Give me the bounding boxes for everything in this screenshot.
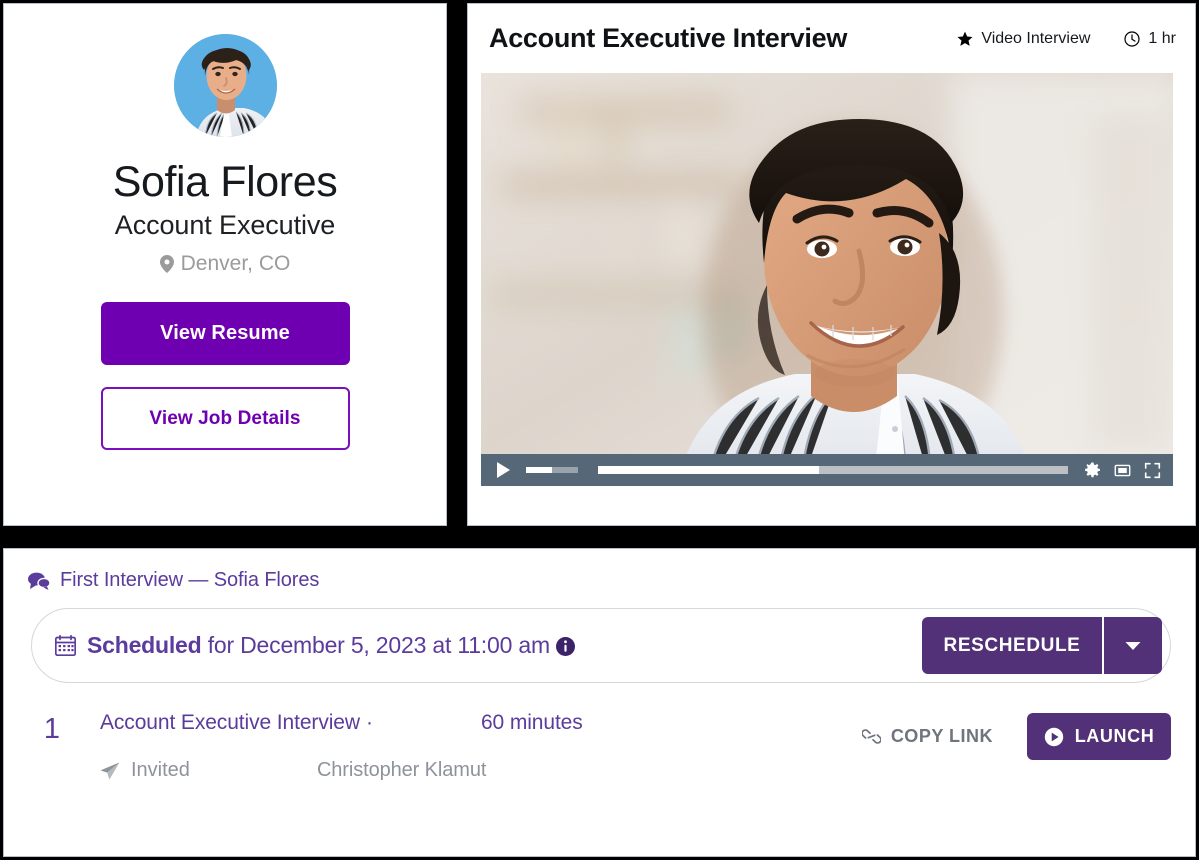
section-header-label: First Interview — Sofia Flores <box>60 569 320 591</box>
copy-link-label: COPY LINK <box>890 726 993 746</box>
interview-meta: Video Interview 1 hr <box>957 30 1176 48</box>
schedule-status-bold: Scheduled <box>87 632 202 658</box>
schedule-status: Scheduled for December 5, 2023 at 11:00 … <box>55 632 575 659</box>
avatar <box>173 34 277 137</box>
interview-row-duration: 60 minutes <box>480 711 583 734</box>
picture-in-picture-icon[interactable] <box>1114 462 1131 479</box>
schedule-status-rest: for December 5, 2023 at 11:00 am <box>201 632 550 658</box>
clock-icon <box>1124 30 1141 47</box>
fullscreen-icon[interactable] <box>1144 462 1161 479</box>
schedule-status-bar: Scheduled for December 5, 2023 at 11:00 … <box>31 608 1171 683</box>
video-controls-right <box>1084 462 1161 479</box>
view-job-details-button[interactable]: View Job Details <box>100 387 350 450</box>
video-controls-bar[interactable] <box>481 454 1173 486</box>
launch-label: LAUNCH <box>1074 726 1155 746</box>
interview-duration: 1 hr <box>1124 30 1176 48</box>
volume-slider[interactable] <box>526 467 578 473</box>
view-resume-button[interactable]: View Resume <box>100 302 350 365</box>
chevron-down-icon <box>1125 641 1141 650</box>
chat-bubbles-icon <box>28 572 50 590</box>
interview-row-primary: Account Executive Interview · 60 minutes <box>100 711 862 735</box>
interview-row-details: Account Executive Interview · 60 minutes… <box>100 711 862 782</box>
reschedule-dropdown-button[interactable] <box>1104 617 1162 674</box>
interview-type: Video Interview <box>957 30 1090 48</box>
location-pin-icon <box>159 255 174 273</box>
top-row: Sofia Flores Account Executive Denver, C… <box>0 0 1199 529</box>
interview-list-row: 1 Account Executive Interview · 60 minut… <box>4 711 1195 782</box>
interview-schedule-card: First Interview — Sofia Flores Scheduled… <box>3 548 1196 857</box>
star-icon <box>957 31 973 47</box>
interview-card-header: Account Executive Interview Video Interv… <box>468 4 1195 73</box>
launch-button[interactable]: LAUNCH <box>1027 713 1171 760</box>
video-player[interactable] <box>481 73 1173 486</box>
schedule-status-text: Scheduled for December 5, 2023 at 11:00 … <box>87 632 575 659</box>
link-icon <box>861 729 881 744</box>
info-icon[interactable] <box>550 632 575 658</box>
interview-duration-label: 1 hr <box>1148 29 1176 47</box>
interview-row-status: Invited <box>131 759 190 781</box>
play-icon[interactable] <box>494 461 512 479</box>
send-icon <box>100 761 131 780</box>
interview-row-name: Account Executive Interview <box>100 711 360 734</box>
reschedule-button[interactable]: RESCHEDULE <box>922 617 1102 674</box>
copy-link-button[interactable]: COPY LINK <box>861 726 993 747</box>
app-root: Sofia Flores Account Executive Denver, C… <box>0 0 1199 860</box>
interview-type-label: Video Interview <box>981 29 1091 47</box>
candidate-location: Denver, CO <box>159 252 291 276</box>
candidate-location-label: Denver, CO <box>180 252 291 275</box>
play-circle-icon <box>1044 727 1064 747</box>
calendar-icon <box>55 635 76 656</box>
interview-title: Account Executive Interview <box>489 23 848 53</box>
interview-row-secondary: Invited Christopher Klamut <box>100 759 862 782</box>
interview-row-separator: · <box>365 711 373 734</box>
interview-row-actions: COPY LINK LAUNCH <box>861 711 1171 760</box>
section-header: First Interview — Sofia Flores <box>4 549 1195 592</box>
video-progress-fill <box>598 466 819 474</box>
interview-row-person: Christopher Klamut <box>316 759 487 781</box>
video-progress-bar[interactable] <box>598 466 1068 474</box>
gear-icon[interactable] <box>1084 462 1101 479</box>
page-title: Sofia Flores <box>112 158 338 206</box>
interview-video-card: Account Executive Interview Video Interv… <box>467 3 1196 526</box>
interview-row-index: 1 <box>43 713 61 745</box>
candidate-profile-card: Sofia Flores Account Executive Denver, C… <box>3 3 447 526</box>
candidate-job-title: Account Executive <box>114 210 336 240</box>
reschedule-split-button: RESCHEDULE <box>922 617 1162 674</box>
